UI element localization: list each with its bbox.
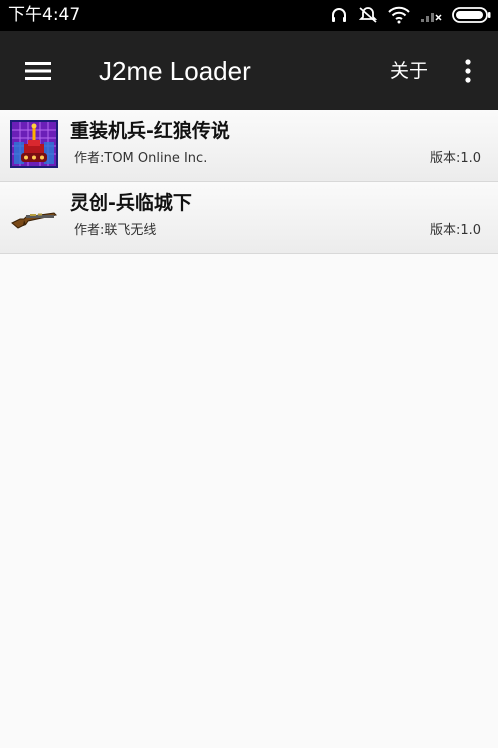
headphones-icon: [332, 8, 346, 22]
wifi-icon: [388, 6, 410, 24]
app-toolbar: J2me Loader 关于: [0, 31, 498, 110]
app-name: 灵创-兵临城下: [70, 192, 192, 214]
app-list: 重装机兵-红狼传说 作者:TOM Online Inc. 版本:1.0 灵创-兵…: [0, 110, 498, 254]
hamburger-menu-icon[interactable]: [14, 51, 62, 91]
app-version: 版本:1.0: [429, 151, 481, 166]
about-button[interactable]: 关于: [384, 55, 434, 87]
app-list-item[interactable]: 灵创-兵临城下 作者:联飞无线 版本:1.0: [0, 182, 498, 254]
more-vertical-icon[interactable]: [452, 51, 484, 91]
app-version: 版本:1.0: [429, 223, 481, 238]
app-title: J2me Loader: [99, 56, 251, 86]
game-rifle-icon: [11, 212, 58, 229]
app-list-item[interactable]: 重装机兵-红狼传说 作者:TOM Online Inc. 版本:1.0: [0, 110, 498, 182]
game-tank-icon: [10, 120, 58, 168]
status-bar: 下午4:47: [0, 0, 498, 31]
battery-icon: [452, 7, 491, 23]
status-icons: [330, 4, 492, 26]
app-author: 作者:联飞无线: [74, 223, 157, 238]
app-author: 作者:TOM Online Inc.: [74, 151, 208, 166]
status-time: 下午4:47: [8, 5, 81, 25]
mute-vibrate-icon: [358, 7, 378, 23]
app-name: 重装机兵-红狼传说: [70, 120, 230, 142]
no-signal-icon: [421, 13, 442, 22]
